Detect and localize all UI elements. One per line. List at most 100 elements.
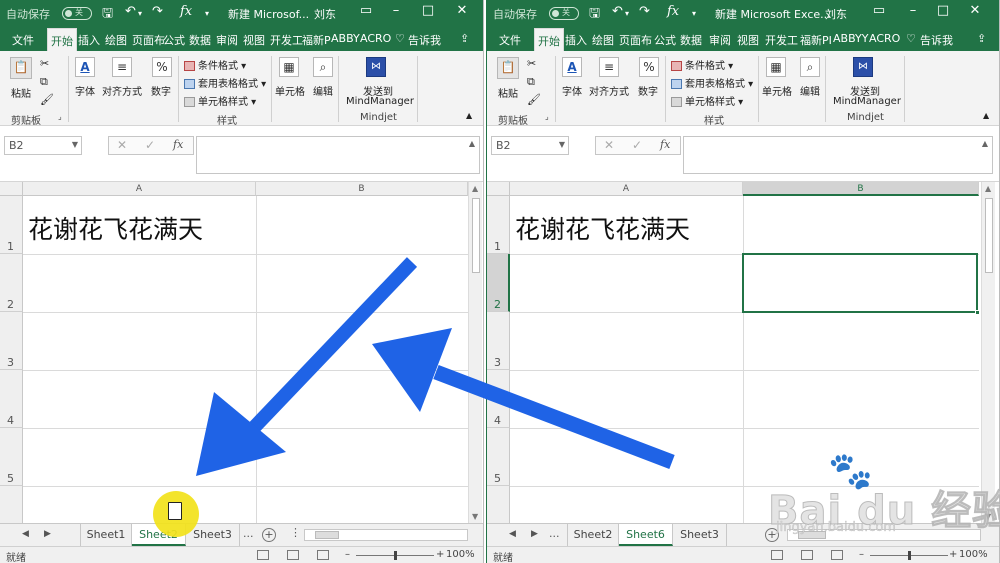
paste-icon[interactable]: 📋 bbox=[10, 57, 32, 79]
tab-foxit[interactable]: 福新P bbox=[302, 32, 331, 48]
alignment-button[interactable]: 对齐方式 bbox=[102, 83, 142, 98]
tab-developer[interactable]: 开发工 bbox=[765, 32, 798, 48]
insert-function-icon[interactable]: fx bbox=[660, 138, 670, 151]
row-header-3[interactable]: 3 bbox=[0, 312, 23, 370]
redo-icon[interactable]: ↷ bbox=[639, 4, 650, 19]
font-icon[interactable]: A bbox=[562, 57, 582, 77]
minimize-icon[interactable]: – bbox=[388, 3, 404, 18]
zoom-out-icon[interactable]: – bbox=[859, 549, 864, 560]
tab-home[interactable]: 开始 bbox=[47, 28, 77, 51]
number-button[interactable]: 数字 bbox=[638, 83, 658, 98]
zoom-in-icon[interactable]: + bbox=[949, 549, 957, 560]
send-to-mindmanager-line2[interactable]: MindManager bbox=[833, 96, 901, 107]
row-header-5[interactable]: 5 bbox=[0, 428, 23, 486]
format-painter-icon[interactable]: 🖌 bbox=[40, 93, 54, 106]
column-header-a[interactable]: A bbox=[510, 182, 743, 196]
tab-acrobat[interactable]: ACRO bbox=[360, 32, 391, 45]
undo-icon[interactable]: ↶ bbox=[125, 4, 136, 19]
row-header-3[interactable]: 3 bbox=[487, 312, 510, 370]
next-sheet-icon[interactable]: ▶ bbox=[44, 529, 51, 539]
column-header-b[interactable]: B bbox=[256, 182, 468, 196]
tab-formulas[interactable]: 公式 bbox=[163, 32, 185, 48]
zoom-in-icon[interactable]: + bbox=[436, 549, 444, 560]
insert-function-icon[interactable]: fx bbox=[173, 138, 183, 151]
save-icon[interactable]: 🖫 bbox=[589, 4, 600, 26]
page-layout-view-icon[interactable] bbox=[287, 550, 299, 560]
cut-icon[interactable]: ✂ bbox=[527, 57, 536, 70]
number-icon[interactable]: % bbox=[152, 57, 172, 77]
more-sheets-button[interactable]: ... bbox=[243, 527, 254, 540]
paste-button[interactable]: 粘贴 bbox=[11, 85, 31, 100]
cond-format-button[interactable]: 条件格式 ▾ bbox=[671, 57, 733, 72]
worksheet-grid[interactable]: A B 1 2 3 4 5 花谢花飞花满天 ▲ ▼ bbox=[0, 182, 483, 523]
page-break-view-icon[interactable] bbox=[317, 550, 329, 560]
table-format-button[interactable]: 套用表格格式 ▾ bbox=[671, 75, 753, 90]
formula-input[interactable]: ▲ bbox=[196, 136, 480, 174]
mindmanager-icon[interactable]: ⋈ bbox=[853, 57, 873, 77]
row-header-1[interactable]: 1 bbox=[487, 196, 510, 254]
tell-me-icon[interactable]: ♡ bbox=[395, 32, 405, 45]
zoom-slider-knob[interactable] bbox=[394, 551, 397, 560]
enter-icon[interactable]: ✓ bbox=[632, 138, 642, 152]
cells-icon[interactable]: ▦ bbox=[766, 57, 786, 77]
tab-page-layout[interactable]: 页面布 bbox=[619, 32, 652, 48]
undo-icon[interactable]: ↶ bbox=[612, 4, 623, 19]
undo-dropdown-icon[interactable]: ▾ bbox=[625, 9, 629, 18]
tab-insert[interactable]: 插入 bbox=[565, 32, 587, 48]
tab-tell-me[interactable]: 告诉我 bbox=[920, 32, 953, 48]
save-icon[interactable]: 🖫 bbox=[102, 4, 113, 26]
alignment-icon[interactable]: ≡ bbox=[112, 57, 132, 77]
name-box[interactable]: B2 ▼ bbox=[4, 136, 82, 155]
cond-format-button[interactable]: 条件格式 ▾ bbox=[184, 57, 246, 72]
tab-tell-me[interactable]: 告诉我 bbox=[408, 32, 441, 48]
close-icon[interactable]: ✕ bbox=[967, 3, 983, 18]
tab-draw[interactable]: 绘图 bbox=[105, 32, 127, 48]
send-to-mindmanager-line2[interactable]: MindManager bbox=[346, 96, 414, 107]
sheet-tab-1[interactable]: Sheet1 bbox=[80, 524, 132, 546]
split-handle-icon[interactable]: ⋮ bbox=[290, 526, 301, 539]
column-header-a[interactable]: A bbox=[23, 182, 256, 196]
tab-acrobat[interactable]: ACRO bbox=[869, 32, 900, 45]
maximize-icon[interactable]: □ bbox=[935, 3, 951, 18]
column-header-b[interactable]: B bbox=[743, 182, 979, 196]
fx-icon[interactable]: fx bbox=[180, 4, 192, 19]
copy-icon[interactable]: ⧉ bbox=[527, 75, 535, 89]
tab-foxit[interactable]: 福新PI bbox=[800, 32, 832, 48]
normal-view-icon[interactable] bbox=[771, 550, 783, 560]
close-icon[interactable]: ✕ bbox=[454, 3, 470, 18]
format-painter-icon[interactable]: 🖌 bbox=[527, 93, 541, 106]
tab-view[interactable]: 视图 bbox=[243, 32, 265, 48]
collapse-ribbon-icon[interactable]: ▲ bbox=[983, 111, 989, 120]
ribbon-display-icon[interactable]: ▭ bbox=[358, 3, 374, 18]
zoom-out-icon[interactable]: – bbox=[345, 549, 350, 560]
tab-view[interactable]: 视图 bbox=[737, 32, 759, 48]
qat-customize-icon[interactable]: ▾ bbox=[205, 9, 209, 18]
tab-data[interactable]: 数据 bbox=[680, 32, 702, 48]
row-header-6[interactable] bbox=[487, 486, 510, 523]
tab-insert[interactable]: 插入 bbox=[78, 32, 100, 48]
tab-formulas[interactable]: 公式 bbox=[654, 32, 676, 48]
page-break-view-icon[interactable] bbox=[831, 550, 843, 560]
select-all-corner[interactable] bbox=[487, 182, 510, 196]
row-header-2[interactable]: 2 bbox=[0, 254, 23, 312]
tab-file[interactable]: 文件 bbox=[499, 32, 521, 48]
cells-icon[interactable]: ▦ bbox=[279, 57, 299, 77]
expand-formula-icon[interactable]: ▲ bbox=[982, 139, 988, 148]
tab-abbyy[interactable]: ABBY bbox=[331, 32, 360, 45]
tab-home[interactable]: 开始 bbox=[534, 28, 564, 51]
cell-style-button[interactable]: 单元格样式 ▾ bbox=[671, 93, 743, 108]
normal-view-icon[interactable] bbox=[257, 550, 269, 560]
autosave-toggle[interactable]: 关 bbox=[549, 7, 579, 20]
user-name[interactable]: 刘东 bbox=[314, 6, 336, 22]
select-all-corner[interactable] bbox=[0, 182, 23, 196]
cells-button[interactable]: 单元格 bbox=[762, 83, 792, 98]
redo-icon[interactable]: ↷ bbox=[152, 4, 163, 19]
add-sheet-icon[interactable]: + bbox=[262, 528, 276, 542]
zoom-slider-knob[interactable] bbox=[908, 551, 911, 560]
tell-me-icon[interactable]: ♡ bbox=[906, 32, 916, 45]
collapse-ribbon-icon[interactable]: ▲ bbox=[466, 111, 472, 120]
copy-icon[interactable]: ⧉ bbox=[40, 75, 48, 89]
paste-icon[interactable]: 📋 bbox=[497, 57, 519, 79]
minimize-icon[interactable]: – bbox=[905, 3, 921, 18]
tab-page-layout[interactable]: 页面布 bbox=[132, 32, 165, 48]
